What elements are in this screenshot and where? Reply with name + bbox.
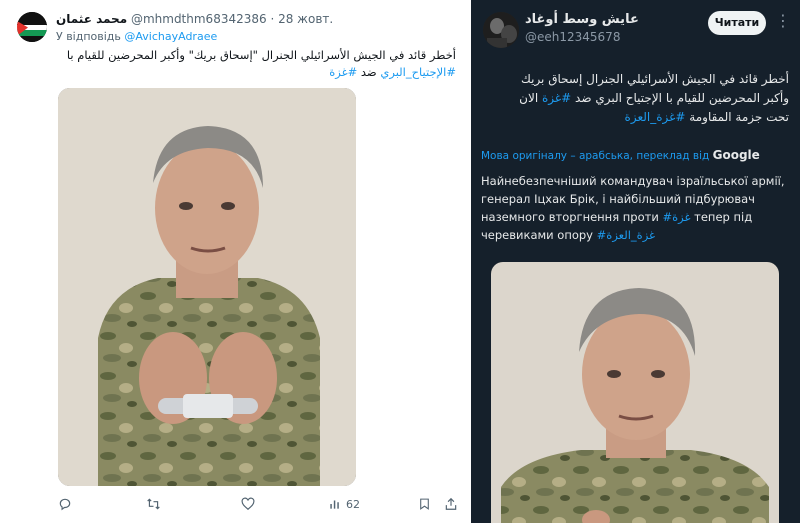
hashtag-link[interactable]: #غزة_العزة xyxy=(625,110,686,124)
translation-note[interactable]: Мова оригіналу – арабська, переклад від … xyxy=(481,148,791,162)
tweet-text-line: تحت جزمة المقاومة #غزة_العزة xyxy=(481,108,789,127)
translation-note-text: Мова оригіналу – арабська, переклад від xyxy=(481,150,710,162)
author-name[interactable]: عايش وسط أوغاد xyxy=(525,12,639,27)
reply-mention-link[interactable]: @AvichayAdraee xyxy=(124,30,217,43)
retweet-button[interactable] xyxy=(146,494,161,514)
tweet-text-line: أخطر قائد في الجيش الأسرائيلي الجنرال "إ… xyxy=(66,48,456,62)
tweet-header: محمد عثمان @mhmdthm68342386 · 28 жовт. xyxy=(56,12,333,26)
tweet-date[interactable]: · 28 жовт. xyxy=(270,12,333,26)
google-logo-text: Google xyxy=(712,148,760,162)
reply-icon xyxy=(59,498,71,511)
author-handle[interactable]: @eeh12345678 xyxy=(525,30,620,44)
tweet-text-line: #الإجتياح_البري ضد #غزة xyxy=(56,64,456,81)
hashtag-link[interactable]: #غزة_العزة xyxy=(597,228,655,242)
hashtag-link[interactable]: #الإجتياح_البري xyxy=(380,65,456,79)
share-button[interactable] xyxy=(444,494,458,514)
author-handle[interactable]: @mhmdthm68342386 xyxy=(131,12,267,26)
tweet-text: أخطر قائد في الجيش الأسرائيلي الجنرال "إ… xyxy=(56,47,456,81)
translated-text-line: черевиками опору #غزة_العزة xyxy=(481,226,791,244)
left-tweet: محمد عثمان @mhmdthm68342386 · 28 жовт. У… xyxy=(0,0,471,523)
hashtag-link[interactable]: #غزة xyxy=(329,65,357,79)
palestine-flag-avatar-icon xyxy=(17,12,47,42)
tweet-text: أخطر قائد في الجيش الأسرائيلي الجنرال إس… xyxy=(481,70,789,127)
man-in-camouflage-handcuffed-photo xyxy=(58,88,356,486)
avatar[interactable] xyxy=(483,12,519,48)
avatar[interactable] xyxy=(17,12,47,42)
heart-icon xyxy=(241,497,255,511)
man-in-camouflage-photo xyxy=(491,262,779,523)
bookmark-icon xyxy=(420,498,429,510)
author-name[interactable]: محمد عثمان xyxy=(56,12,127,26)
tweet-actions: 62 xyxy=(56,494,466,514)
dark-portrait-avatar-icon xyxy=(483,12,519,48)
tweet-text-line: وأكبر المحرضين للقيام با الإجتياح البري … xyxy=(481,89,789,108)
retweet-icon xyxy=(147,498,160,510)
tweet-text-fragment: تحت جزمة المقاومة xyxy=(685,110,789,124)
translated-text-fragment: тепер під xyxy=(690,210,753,224)
follow-button[interactable]: Читати xyxy=(708,11,766,35)
translated-text-fragment: наземного вторгнення проти xyxy=(481,210,663,224)
views-chart-icon xyxy=(330,500,339,509)
share-icon xyxy=(445,497,457,510)
tweet-text-line: أخطر قائد في الجيش الأسرائيلي الجنرال إس… xyxy=(520,72,789,86)
views-count: 62 xyxy=(346,497,360,511)
tweet-photo[interactable] xyxy=(491,262,779,523)
reply-button[interactable] xyxy=(58,494,72,514)
tweet-text-fragment: الان xyxy=(519,91,542,105)
reply-prefix: У відповідь xyxy=(56,30,121,43)
reply-context: У відповідь @AvichayAdraee xyxy=(56,30,217,43)
views-button[interactable]: 62 xyxy=(328,494,360,514)
tweet-photo[interactable] xyxy=(58,88,356,486)
tweet-text-fragment: وأكبر المحرضين للقيام با الإجتياح البري … xyxy=(571,91,789,105)
translated-text-line: наземного вторгнення проти #غزة тепер пі… xyxy=(481,208,791,226)
translated-text-line: Найнебезпечніший командувач ізраїльської… xyxy=(481,174,785,188)
translated-text-line: генерал Іцхак Брік, і найбільший підбурю… xyxy=(481,192,755,206)
translated-text: Найнебезпечніший командувач ізраїльської… xyxy=(481,172,791,244)
hashtag-link[interactable]: #غزة xyxy=(662,210,690,224)
like-button[interactable] xyxy=(241,494,255,514)
hashtag-link[interactable]: #غزة xyxy=(542,91,571,105)
bookmark-button[interactable] xyxy=(418,494,431,514)
tweet-text-fragment: ضد xyxy=(357,65,381,79)
right-tweet: عايش وسط أوغاد @eeh12345678 Читати ⋮ أخط… xyxy=(471,0,800,523)
translated-text-fragment: черевиками опору xyxy=(481,228,597,242)
more-options-button[interactable]: ⋮ xyxy=(773,12,793,32)
